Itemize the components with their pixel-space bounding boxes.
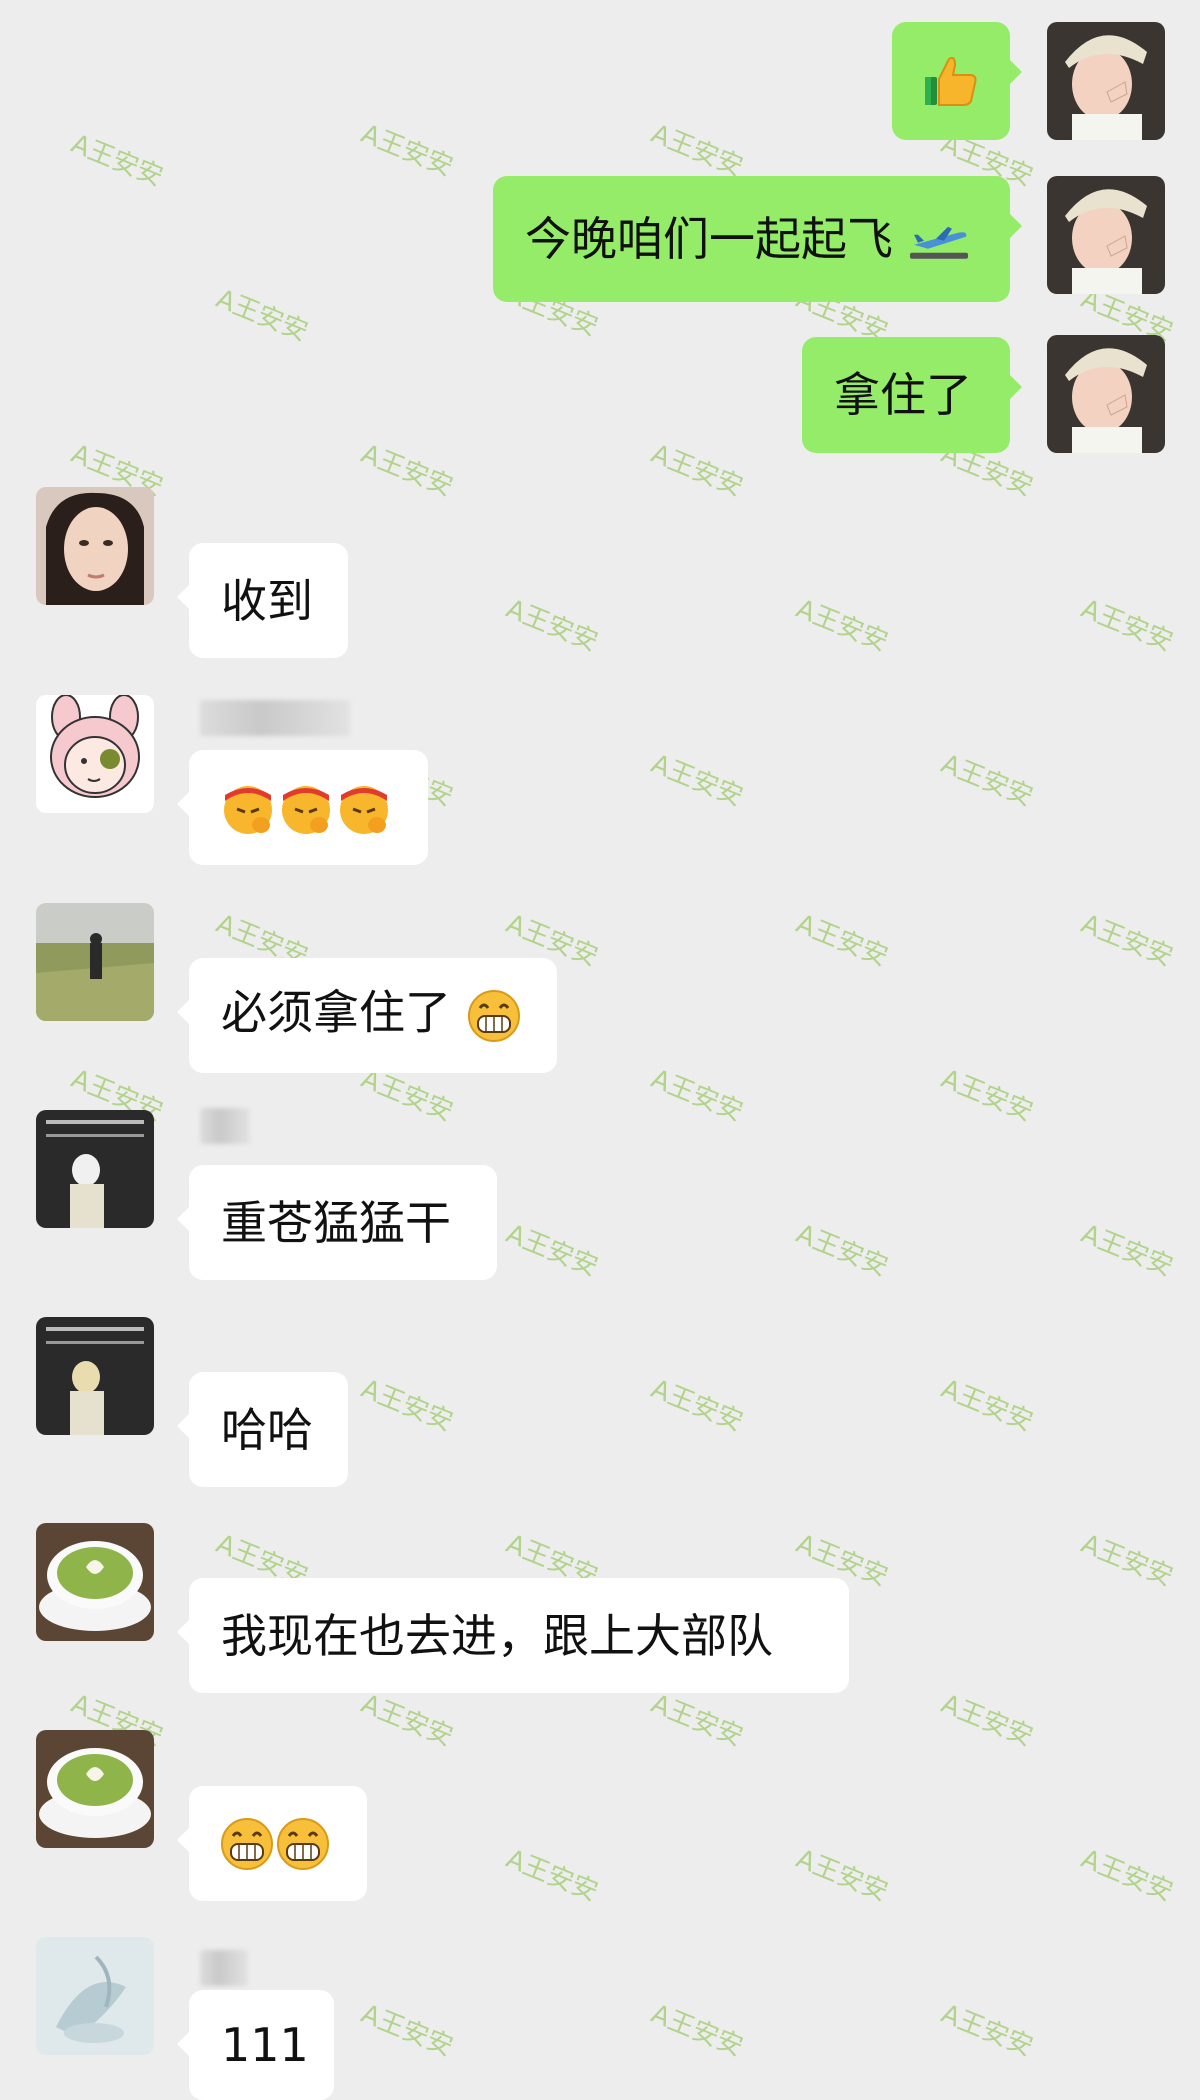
self-avatar-icon [1047,335,1165,453]
avatar[interactable] [36,1523,154,1641]
watermark: A王安安 [1076,1218,1177,1283]
avatar[interactable] [1047,176,1165,294]
salute-emoji-icon [224,785,272,834]
message-text: 收到 [221,573,313,628]
watermark: A王安安 [501,1218,602,1283]
matcha-avatar-icon [36,1523,154,1641]
contact-avatar-icon [36,487,154,605]
message-bubble[interactable] [892,22,1022,140]
watermark: A王安安 [356,438,457,503]
watermark: A王安安 [501,1843,602,1908]
message-text: 重苍猛猛干 [221,1195,451,1250]
sender-name-redacted [200,700,350,736]
contact-avatar-icon [36,1110,154,1228]
watermark: A王安安 [646,1688,747,1753]
watermark: A王安安 [1076,593,1177,658]
message-bubble[interactable]: 重苍猛猛干 [177,1165,497,1280]
salute-emoji-icon [340,785,388,834]
watermark: A王安安 [1076,1528,1177,1593]
avatar[interactable] [36,1937,154,2055]
watermark: A王安安 [791,1218,892,1283]
message-text: 哈哈 [221,1402,313,1457]
watermark: A王安安 [936,1373,1037,1438]
avatar[interactable] [36,903,154,1021]
matcha-avatar-icon [36,1730,154,1848]
watermark: A王安安 [936,748,1037,813]
grin-emoji-icon [277,1817,329,1870]
watermark: A王安安 [646,748,747,813]
message-bubble[interactable] [177,1786,367,1901]
contact-avatar-icon [36,695,154,813]
message-text: 我现在也去进，跟上大部队 [221,1608,773,1663]
watermark: A王安安 [791,908,892,973]
avatar[interactable] [36,695,154,813]
sender-name-redacted [200,1108,250,1144]
watermark: A王安安 [1076,908,1177,973]
watermark: A王安安 [646,1063,747,1128]
grin-emoji-icon [467,989,520,1042]
watermark: A王安安 [936,1688,1037,1753]
avatar[interactable] [36,487,154,605]
watermark: A王安安 [501,593,602,658]
contact-avatar-icon [36,1317,154,1435]
sender-name-redacted [200,1950,248,1986]
watermark: A王安安 [356,1373,457,1438]
message-text: 111 [221,2018,309,2072]
airplane-emoji-icon [909,226,968,259]
avatar[interactable] [36,1730,154,1848]
watermark: A王安安 [356,1998,457,2063]
message-text: 必须拿住了 [221,985,451,1039]
chat-area: A王安安 A王安安 A王安安 A王安安 A王安安 A王安安 A王安安 A王安安 … [0,0,1200,2100]
message-bubble[interactable] [177,750,428,865]
avatar[interactable] [1047,335,1165,453]
message-bubble[interactable]: 必须拿住了 [177,958,557,1073]
self-avatar-icon [1047,22,1165,140]
message-bubble[interactable]: 拿住了 [802,337,1022,453]
message-text: 拿住了 [834,368,972,422]
grin-emoji-icon [221,1817,273,1870]
watermark: A王安安 [356,1688,457,1753]
watermark: A王安安 [791,1843,892,1908]
watermark: A王安安 [646,1373,747,1438]
watermark: A王安安 [356,118,457,183]
self-avatar-icon [1047,176,1165,294]
watermark: A王安安 [1076,1843,1177,1908]
salute-emoji-icon [282,785,330,834]
thumbs-up-emoji-icon [925,56,977,106]
message-bubble[interactable]: 收到 [177,543,348,658]
watermark: A王安安 [211,283,312,348]
watermark: A王安安 [66,128,167,193]
watermark: A王安安 [936,1998,1037,2063]
contact-avatar-icon [36,903,154,1021]
message-bubble[interactable]: 我现在也去进，跟上大部队 [177,1578,849,1693]
message-bubble[interactable]: 今晚咱们一起起飞 [493,176,1022,302]
watermark: A王安安 [791,593,892,658]
avatar[interactable] [36,1110,154,1228]
message-bubble[interactable]: 111 [177,1990,334,2100]
message-text: 今晚咱们一起起飞 [525,211,893,266]
watermark: A王安安 [646,118,747,183]
message-bubble[interactable]: 哈哈 [177,1372,348,1487]
watermark: A王安安 [936,1063,1037,1128]
watermark: A王安安 [646,1998,747,2063]
avatar[interactable] [1047,22,1165,140]
avatar[interactable] [36,1317,154,1435]
watermark: A王安安 [646,438,747,503]
contact-avatar-icon [36,1937,154,2055]
